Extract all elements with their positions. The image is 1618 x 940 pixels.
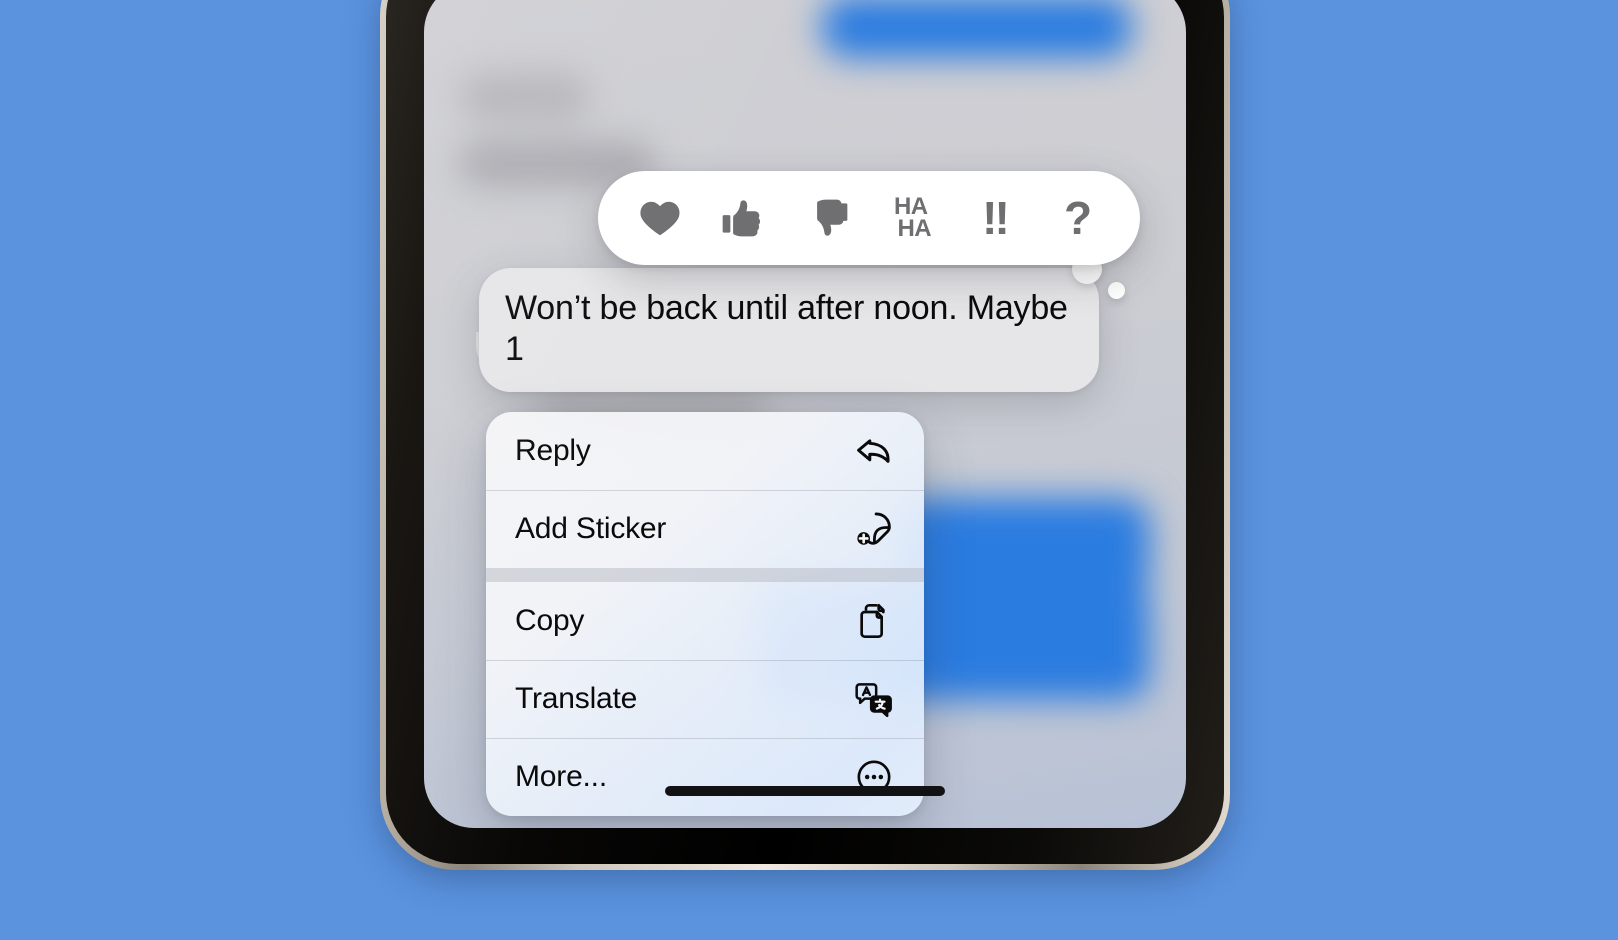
- reply-arrow-icon: [852, 429, 896, 473]
- menu-item-copy[interactable]: Copy: [486, 582, 924, 660]
- device-screen: Won’t be back until after noon. Maybe 1: [424, 0, 1186, 828]
- tapback-question-button[interactable]: ?: [1047, 187, 1109, 249]
- menu-item-add-sticker-label: Add Sticker: [515, 512, 667, 545]
- home-indicator[interactable]: [665, 786, 945, 796]
- tapback-haha-button[interactable]: HA HA: [880, 187, 942, 249]
- translate-icon: [852, 677, 896, 721]
- context-menu-group-2: Copy Translate More...: [486, 582, 924, 816]
- device-bezel: Won’t be back until after noon. Maybe 1: [386, 0, 1224, 864]
- focused-message-bubble[interactable]: Won’t be back until after noon. Maybe 1: [479, 268, 1099, 392]
- tapback-tail-dot-small: [1108, 282, 1125, 299]
- copy-doc-icon: [852, 599, 896, 643]
- menu-item-reply[interactable]: Reply: [486, 412, 924, 490]
- double-exclamation-icon: !!: [982, 192, 1010, 244]
- menu-item-reply-label: Reply: [515, 434, 591, 467]
- menu-item-translate-label: Translate: [515, 682, 638, 715]
- menu-item-copy-label: Copy: [515, 604, 585, 637]
- blurred-sent-bubble-top: [822, 0, 1132, 58]
- menu-item-more[interactable]: More...: [486, 738, 924, 816]
- tapback-heart-button[interactable]: [629, 187, 691, 249]
- heart-icon: [637, 195, 683, 241]
- message-context-menu[interactable]: Reply Add Sticker Copy Translate More...: [486, 412, 924, 816]
- tapback-reaction-bar[interactable]: HA HA !! ?: [598, 171, 1140, 265]
- blurred-received-bubble-1: [460, 74, 590, 120]
- add-sticker-icon: [852, 507, 896, 551]
- thumbs-up-icon: [721, 196, 765, 240]
- haha-line-2: HA: [897, 215, 932, 242]
- menu-item-add-sticker[interactable]: Add Sticker: [486, 490, 924, 568]
- tapback-exclamation-button[interactable]: !!: [963, 187, 1025, 249]
- haha-icon: HA HA: [890, 194, 932, 242]
- iphone-device-frame: Won’t be back until after noon. Maybe 1: [380, 0, 1230, 870]
- message-text: Won’t be back until after noon. Maybe 1: [505, 289, 1068, 368]
- context-menu-group-1: Reply Add Sticker: [486, 412, 924, 568]
- tapback-thumbs-up-button[interactable]: [712, 187, 774, 249]
- tapback-thumbs-down-button[interactable]: [796, 187, 858, 249]
- menu-item-translate[interactable]: Translate: [486, 660, 924, 738]
- question-mark-icon: ?: [1064, 192, 1093, 244]
- thumbs-down-icon: [805, 196, 849, 240]
- context-menu-group-separator: [486, 568, 924, 582]
